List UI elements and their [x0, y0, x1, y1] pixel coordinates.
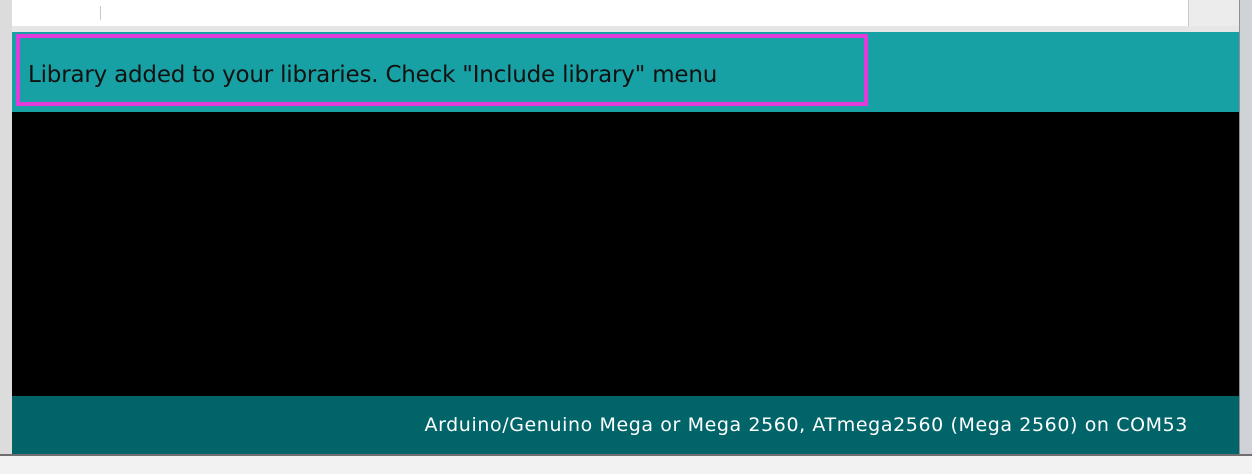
- editor-scrollbar[interactable]: [1188, 0, 1241, 27]
- window-right-edge: [1239, 0, 1252, 460]
- arduino-ide-window: Library added to your libraries. Check "…: [0, 0, 1252, 474]
- code-editor-area[interactable]: [12, 0, 1188, 27]
- console-output[interactable]: [12, 112, 1240, 396]
- message-text: Library added to your libraries. Check "…: [28, 62, 718, 88]
- message-bar: Library added to your libraries. Check "…: [12, 32, 1240, 112]
- board-info-label: Arduino/Genuino Mega or Mega 2560, ATmeg…: [424, 414, 1188, 436]
- editor-gutter-mark: [100, 6, 101, 20]
- window-bottom-edge: [0, 454, 1252, 474]
- status-bar: Arduino/Genuino Mega or Mega 2560, ATmeg…: [12, 396, 1240, 454]
